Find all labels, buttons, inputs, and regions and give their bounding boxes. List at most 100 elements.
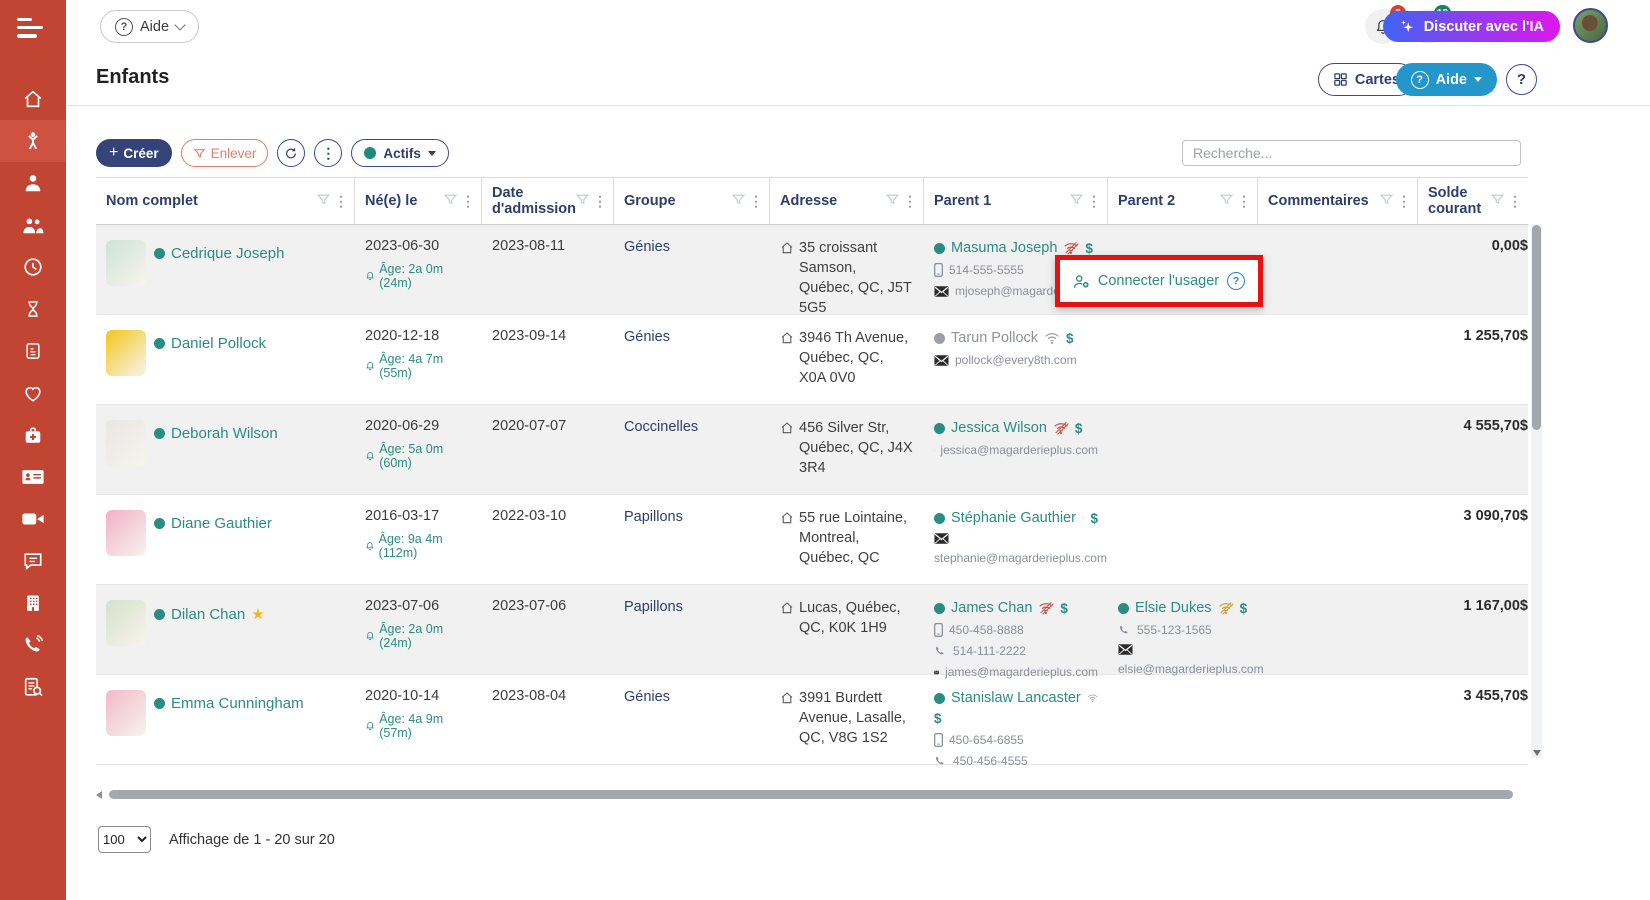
group-name: Coccinelles	[624, 419, 698, 435]
sidebar-item-cameras[interactable]	[0, 498, 66, 540]
table-row[interactable]: Dilan Chan★ 2023-07-06 Âge: 2a 0m (24m) …	[96, 585, 1528, 675]
column-filter[interactable]	[731, 192, 746, 211]
hamburger-menu-icon[interactable]	[17, 18, 49, 44]
column-filter[interactable]	[575, 192, 590, 211]
filter-funnel-icon[interactable]	[731, 192, 746, 207]
horizontal-scrollbar-thumb[interactable]	[109, 790, 1513, 799]
billing-dollar-icon[interactable]: $	[1060, 601, 1068, 616]
parent-name-link[interactable]: Tarun Pollock	[951, 330, 1038, 346]
child-icon	[22, 130, 44, 152]
sidebar-item-calls[interactable]	[0, 624, 66, 666]
sidebar-item-reports[interactable]	[0, 666, 66, 708]
column-filter[interactable]	[1069, 192, 1084, 211]
child-name-link[interactable]: Daniel Pollock	[171, 335, 266, 352]
horizontal-scrollbar[interactable]	[96, 790, 1539, 801]
table-row[interactable]: Diane Gauthier 2016-03-17 Âge: 9a 4m (11…	[96, 495, 1528, 585]
sidebar-item-first-aid[interactable]	[0, 414, 66, 456]
aide-top-dropdown[interactable]: ? Aide	[100, 10, 199, 43]
child-name-link[interactable]: Dilan Chan	[171, 606, 245, 623]
birthdate-cell: 2023-07-06 Âge: 2a 0m (24m)	[355, 585, 482, 679]
column-menu-icon[interactable]: ⋮	[593, 194, 607, 208]
column-menu-icon[interactable]: ⋮	[903, 194, 917, 208]
sidebar-item-waiting-list[interactable]	[0, 288, 66, 330]
sidebar-item-messages[interactable]	[0, 540, 66, 582]
scroll-down-arrow-icon[interactable]	[1533, 750, 1541, 756]
table-row[interactable]: Daniel Pollock 2020-12-18 Âge: 4a 7m (55…	[96, 315, 1528, 405]
parent-name-link[interactable]: Stéphanie Gauthier	[951, 510, 1076, 526]
filter-funnel-icon[interactable]	[1379, 192, 1394, 207]
filter-funnel-icon[interactable]	[1490, 192, 1505, 207]
more-options-button[interactable]: ⋮	[314, 139, 342, 167]
envelope-icon	[934, 355, 949, 366]
sidebar-item-contact-card[interactable]	[0, 456, 66, 498]
status-filter-dropdown[interactable]: Actifs	[351, 139, 449, 167]
filter-funnel-icon[interactable]	[316, 192, 331, 207]
refresh-button[interactable]	[277, 139, 305, 167]
sidebar-item-children[interactable]	[0, 120, 66, 162]
page-size-select[interactable]: 100	[98, 826, 151, 853]
sidebar-item-educators[interactable]	[0, 162, 66, 204]
user-avatar[interactable]	[1573, 8, 1608, 43]
remove-filter-button[interactable]: Enlever	[181, 139, 269, 167]
parent1-cell: Stéphanie Gauthier $ stephanie@magarderiep…	[924, 495, 1108, 584]
column-filter[interactable]	[1490, 192, 1505, 211]
parent2-cell	[1108, 675, 1258, 768]
billing-dollar-icon[interactable]: $	[934, 711, 942, 726]
parent-status-dot	[934, 243, 945, 254]
child-name-link[interactable]: Deborah Wilson	[171, 425, 278, 442]
column-filter[interactable]	[443, 192, 458, 211]
billing-dollar-icon[interactable]: $	[1075, 421, 1083, 436]
column-filter[interactable]	[1219, 192, 1234, 211]
filter-funnel-icon[interactable]	[1219, 192, 1234, 207]
vertical-scrollbar[interactable]	[1531, 224, 1542, 758]
column-menu-icon[interactable]: ⋮	[1087, 194, 1101, 208]
parent-name-link[interactable]: Masuma Joseph	[951, 240, 1057, 256]
create-button[interactable]: + Créer	[96, 139, 172, 167]
column-filter[interactable]	[1379, 192, 1394, 211]
billing-dollar-icon[interactable]: $	[1085, 241, 1093, 256]
column-menu-icon[interactable]: ⋮	[461, 194, 475, 208]
billing-dollar-icon[interactable]: $	[1066, 331, 1074, 346]
sidebar-item-health[interactable]	[0, 372, 66, 414]
billing-dollar-icon[interactable]: $	[1090, 511, 1098, 526]
search-input[interactable]	[1182, 140, 1521, 166]
table-row[interactable]: Cedrique Joseph 2023-06-30 Âge: 2a 0m (2…	[96, 225, 1528, 315]
sidebar-item-facility[interactable]	[0, 582, 66, 624]
parent-name-link[interactable]: Elsie Dukes	[1135, 600, 1212, 616]
contact-text: stephanie@magarderieplus.com	[934, 551, 1107, 565]
column-filter[interactable]	[885, 192, 900, 211]
child-name-link[interactable]: Emma Cunningham	[171, 695, 304, 712]
column-header-1: Nom complet ⋮	[96, 178, 355, 224]
billing-dollar-icon[interactable]: $	[1240, 601, 1248, 616]
connect-user-button[interactable]: Connecter l'usager?	[1055, 255, 1263, 307]
age-line: Âge: 9a 4m (112m)	[365, 532, 472, 560]
help-circle-button[interactable]: ?	[1506, 64, 1537, 95]
vertical-dots-icon: ⋮	[321, 146, 335, 160]
parent-name-link[interactable]: James Chan	[951, 600, 1032, 616]
filter-funnel-icon[interactable]	[1069, 192, 1084, 207]
child-name-link[interactable]: Cedrique Joseph	[171, 245, 284, 262]
column-filter[interactable]	[316, 192, 331, 211]
table-row[interactable]: Deborah Wilson 2020-06-29 Âge: 5a 0m (60…	[96, 405, 1528, 495]
sidebar-item-billing[interactable]	[0, 330, 66, 372]
sidebar-item-parents[interactable]	[0, 204, 66, 246]
chat-with-ai-button[interactable]: Discuter avec l'IA	[1383, 11, 1560, 42]
scroll-left-arrow-icon[interactable]	[96, 791, 102, 799]
table-row[interactable]: Emma Cunningham 2020-10-14 Âge: 4a 9m (5…	[96, 675, 1528, 765]
filter-funnel-icon[interactable]	[885, 192, 900, 207]
filter-funnel-icon[interactable]	[575, 192, 590, 207]
aide-page-dropdown[interactable]: ? Aide	[1396, 63, 1497, 96]
parent-name-link[interactable]: Stanislaw Lancaster	[951, 690, 1081, 706]
column-menu-icon[interactable]: ⋮	[749, 194, 763, 208]
parent-name-link[interactable]: Jessica Wilson	[951, 420, 1047, 436]
sidebar-item-schedule[interactable]	[0, 246, 66, 288]
help-icon[interactable]: ?	[1227, 272, 1245, 290]
column-menu-icon[interactable]: ⋮	[1237, 194, 1251, 208]
filter-funnel-icon[interactable]	[443, 192, 458, 207]
vertical-scrollbar-thumb[interactable]	[1532, 225, 1541, 430]
child-name-link[interactable]: Diane Gauthier	[171, 515, 272, 532]
column-menu-icon[interactable]: ⋮	[334, 194, 348, 208]
sidebar-item-home[interactable]	[0, 78, 66, 120]
column-menu-icon[interactable]: ⋮	[1397, 194, 1411, 208]
column-menu-icon[interactable]: ⋮	[1508, 194, 1522, 208]
